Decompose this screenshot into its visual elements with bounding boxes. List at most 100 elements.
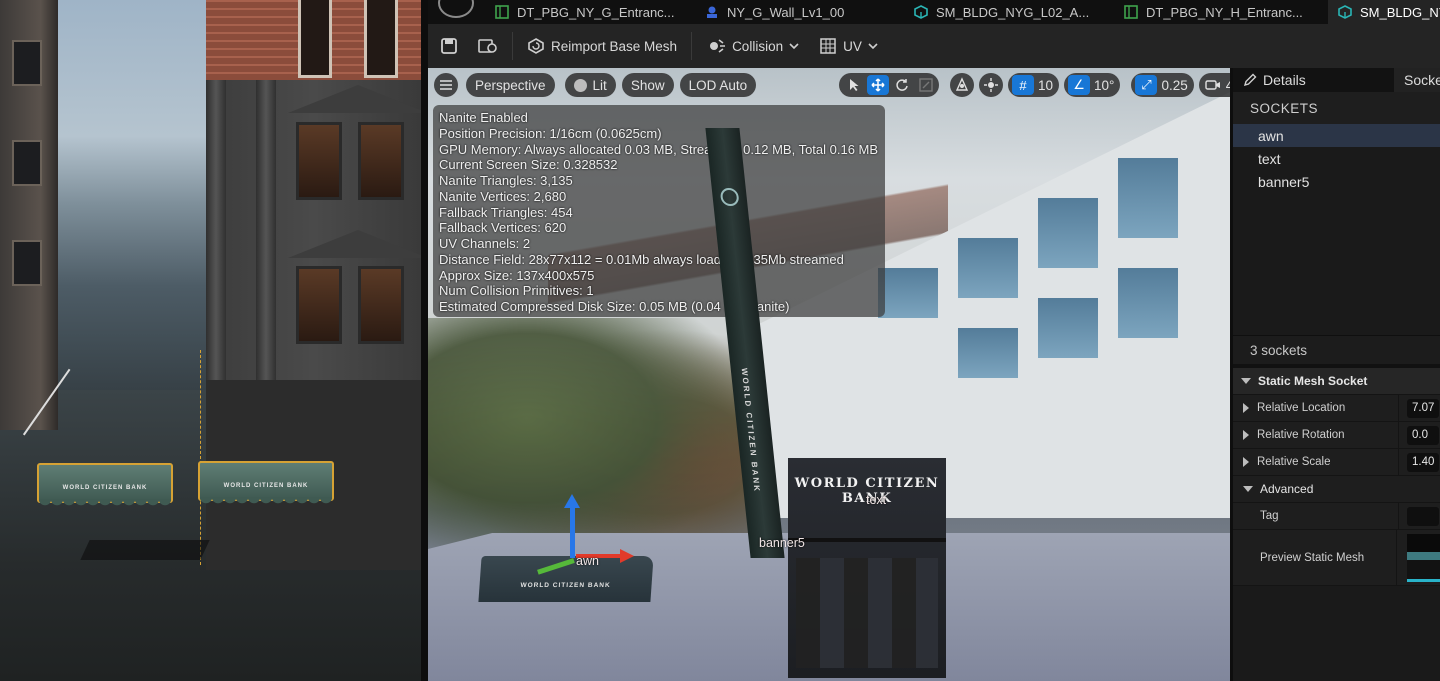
property-preview-static-mesh: Preview Static Mesh	[1233, 530, 1440, 586]
scale-mode-button[interactable]	[915, 75, 937, 95]
kiosk-band	[788, 538, 946, 542]
asset-toolbar: Reimport Base Mesh Collision UV	[428, 24, 1440, 68]
tag-input[interactable]	[1407, 506, 1439, 526]
tab-sm-bldg-ny-active[interactable]: SM_BLDG_NY...	[1328, 0, 1440, 24]
gizmo-z-axis[interactable]	[570, 506, 575, 558]
reimport-base-mesh-button[interactable]: Reimport Base Mesh	[517, 30, 687, 62]
viewport-options-bar: Perspective Lit Show LOD Auto	[434, 72, 757, 98]
grid-snap-button[interactable]: # 10	[1008, 73, 1060, 97]
show-button[interactable]: Show	[621, 73, 674, 97]
gizmo-x-arrow[interactable]	[620, 549, 634, 563]
save-icon	[441, 38, 457, 54]
uv-menu-button[interactable]: UV	[809, 30, 888, 62]
socket-list-item-text[interactable]: text	[1233, 147, 1440, 170]
expand-arrow-icon	[1243, 486, 1253, 492]
stat-line: Distance Field: 28x77x112 = 0.01Mb alway…	[439, 251, 844, 267]
browse-icon	[478, 39, 497, 53]
background-window	[1038, 298, 1098, 358]
unreal-logo-icon[interactable]	[438, 0, 474, 18]
tab-label: DT_PBG_NY_H_Entranc...	[1146, 4, 1303, 20]
sockets-heading: SOCKETS	[1233, 92, 1440, 124]
background-window	[878, 268, 938, 318]
angle-snap-button[interactable]: ∠ 10°	[1064, 73, 1121, 97]
property-name[interactable]: Relative Location	[1233, 395, 1399, 421]
collapsed-arrow-icon	[1243, 430, 1249, 440]
tab-label: DT_PBG_NY_G_Entranc...	[517, 4, 675, 20]
stat-line: Position Precision: 1/16cm (0.0625cm)	[439, 125, 662, 141]
tab-dt-pbg-ny-h[interactable]: DT_PBG_NY_H_Entranc...	[1124, 0, 1314, 24]
toolbar-separator	[512, 32, 513, 60]
level-viewport[interactable]: WORLD CITIZEN BANK WORLD CITIZEN BANK	[0, 0, 421, 681]
scale-snap-icon: ⤢	[1135, 75, 1158, 95]
preview-static-mesh-label: Preview Static Mesh	[1260, 551, 1365, 564]
relative-rotation-input[interactable]: 0.0	[1407, 425, 1439, 445]
preview-mesh-thumbnail[interactable]	[1406, 533, 1440, 582]
awning-left-text: WORLD CITIZEN BANK	[62, 485, 148, 491]
facade-window	[358, 122, 404, 200]
tab-sm-bldg-nyg-l02[interactable]: SM_BLDG_NYG_L02_A...	[914, 0, 1106, 24]
relative-scale-label: Relative Scale	[1257, 456, 1331, 468]
socket-list-item-banner5[interactable]: banner5	[1233, 170, 1440, 193]
pencil-icon	[1243, 73, 1257, 87]
tab-ny-g-wall[interactable]: NY_G_Wall_Lv1_00	[705, 0, 895, 24]
facade-window	[296, 122, 342, 200]
awning-scallop	[39, 499, 171, 507]
relative-scale-input[interactable]: 1.40	[1407, 452, 1439, 472]
category-static-mesh-socket[interactable]: Static Mesh Socket	[1233, 368, 1440, 395]
browse-asset-button[interactable]	[468, 30, 508, 62]
category-label: Static Mesh Socket	[1258, 374, 1368, 388]
perspective-label: Perspective	[475, 77, 546, 93]
tab-details[interactable]: Details	[1233, 68, 1314, 92]
socket-list-item-awn[interactable]: awn	[1233, 124, 1440, 147]
grid-snap-value: 10	[1038, 77, 1054, 93]
cursor-icon	[850, 79, 859, 91]
lod-button[interactable]: LOD Auto	[679, 73, 757, 97]
tab-label: SM_BLDG_NYG_L02_A...	[936, 4, 1090, 20]
asset-tab-bar: DT_PBG_NY_G_Entranc... NY_G_Wall_Lv1_00 …	[428, 0, 1440, 24]
details-panel: Details Socket Manager SOCKETS awn text …	[1230, 68, 1440, 681]
category-advanced[interactable]: Advanced	[1233, 476, 1440, 503]
save-button[interactable]	[428, 30, 468, 62]
viewport-menu-button[interactable]	[434, 73, 458, 97]
signpost-text: WORLD CITIZEN BANK	[739, 368, 762, 493]
perspective-button[interactable]: Perspective	[466, 73, 555, 97]
awning-left[interactable]: WORLD CITIZEN BANK	[37, 463, 173, 507]
tab-socket-manager[interactable]: Socket Manager	[1394, 68, 1440, 92]
stat-line: Current Screen Size: 0.328532	[439, 157, 618, 173]
property-name[interactable]: Relative Scale	[1233, 449, 1399, 475]
translate-mode-button[interactable]	[867, 75, 889, 95]
grid-snap-icon: #	[1012, 75, 1034, 95]
camera-icon	[1205, 80, 1220, 90]
rotate-mode-button[interactable]	[891, 75, 913, 95]
facade-pediment	[288, 230, 421, 258]
details-tab-strip: Details Socket Manager	[1233, 68, 1440, 92]
collision-menu-button[interactable]: Collision	[696, 30, 809, 62]
socket-label-banner5[interactable]: banner5	[759, 536, 805, 550]
stat-line: Nanite Triangles: 3,135	[439, 173, 573, 188]
kiosk-mesh[interactable]: WORLD CITIZEN BANK	[788, 458, 946, 678]
surface-snap-button[interactable]	[979, 73, 1003, 97]
awning-right[interactable]: WORLD CITIZEN BANK	[198, 461, 334, 505]
tab-dt-pbg-ny-g[interactable]: DT_PBG_NY_G_Entranc...	[495, 0, 685, 24]
property-name[interactable]: Relative Rotation	[1233, 422, 1399, 448]
background-window	[1118, 268, 1178, 338]
socket-label-awn[interactable]: awn	[576, 554, 599, 568]
scale-snap-button[interactable]: ⤢ 0.25	[1131, 73, 1194, 97]
socket-label-text[interactable]: text	[866, 493, 886, 507]
relative-rotation-label: Relative Rotation	[1257, 429, 1345, 441]
select-mode-button[interactable]	[843, 75, 865, 95]
selection-outline	[200, 350, 201, 565]
lit-button[interactable]: Lit	[564, 73, 616, 97]
camera-speed-button[interactable]: 4	[1198, 73, 1230, 97]
coordinate-space-button[interactable]	[950, 73, 974, 97]
building-window	[12, 240, 42, 286]
relative-location-input[interactable]: 7.07	[1407, 398, 1439, 418]
gizmo-z-arrow[interactable]	[564, 494, 580, 508]
angle-snap-value: 10°	[1094, 77, 1115, 93]
details-tab-label: Details	[1263, 72, 1306, 88]
awning-scallop	[200, 497, 332, 505]
static-mesh-viewport[interactable]: Perspective Lit Show LOD Auto # 10 ∠ 10°…	[428, 68, 1230, 681]
viewport-divider[interactable]	[421, 0, 428, 681]
stat-line: Approx Size: 137x400x575	[439, 267, 595, 283]
data-table-icon	[1124, 5, 1138, 19]
